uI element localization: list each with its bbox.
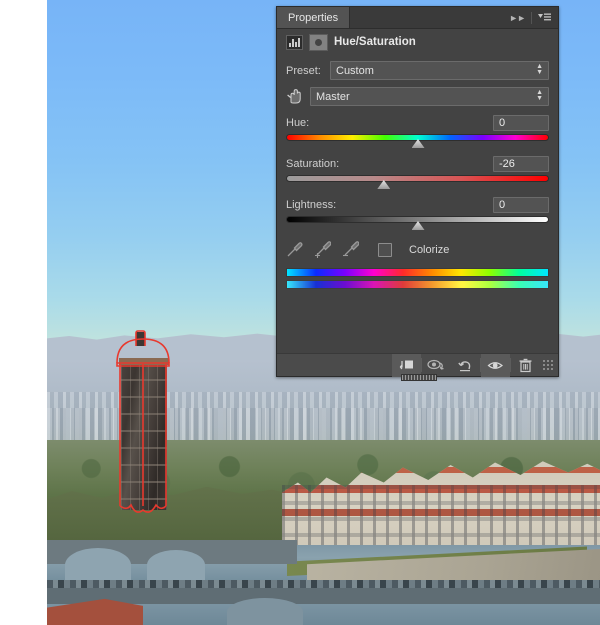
panel-tab-strip: Properties ►► bbox=[277, 7, 558, 29]
panel-resize-grip-icon[interactable] bbox=[542, 358, 555, 372]
saturation-slider[interactable] bbox=[286, 174, 549, 189]
lower-bridge-arch bbox=[227, 598, 303, 625]
eyedropper-row: Colorize bbox=[286, 241, 549, 258]
lower-bridge bbox=[47, 588, 600, 604]
preset-dropdown[interactable]: Custom ▲ ▼ bbox=[330, 61, 549, 80]
channel-dropdown[interactable]: Master ▲ ▼ bbox=[310, 87, 549, 106]
hue-input[interactable]: 0 bbox=[493, 115, 549, 131]
layer-mask-thumbnail-icon[interactable] bbox=[309, 33, 328, 51]
lightness-input[interactable]: 0 bbox=[493, 197, 549, 213]
color-range-bars bbox=[286, 268, 549, 289]
preset-value: Custom bbox=[336, 64, 374, 77]
eyedropper-subtract-icon[interactable] bbox=[342, 241, 360, 258]
saturation-label: Saturation: bbox=[286, 158, 340, 170]
properties-panel[interactable]: Properties ►► Hue/Saturation Preset: Cus… bbox=[276, 6, 559, 381]
lightness-value: 0 bbox=[499, 199, 506, 211]
panel-title-bar: Hue/Saturation bbox=[277, 29, 558, 55]
result-color-range-bar[interactable] bbox=[286, 280, 549, 289]
panel-footer bbox=[277, 353, 558, 377]
panel-body: Preset: Custom ▲ ▼ Master ▲ ▼ Hue: 0 Sat… bbox=[277, 55, 558, 289]
preset-label: Preset: bbox=[286, 64, 321, 77]
channel-value: Master bbox=[316, 90, 350, 103]
tower-selection-path[interactable] bbox=[107, 330, 182, 520]
lightness-slider[interactable] bbox=[286, 215, 549, 230]
double-chevron-right-icon[interactable]: ►► bbox=[509, 13, 526, 23]
hue-row: Hue: 0 bbox=[286, 115, 549, 131]
upper-bridge-arch-1 bbox=[65, 548, 131, 582]
tab-strip-filler bbox=[350, 7, 507, 28]
saturation-input[interactable]: -26 bbox=[493, 156, 549, 172]
chevron-updown-icon: ▲ ▼ bbox=[536, 63, 543, 76]
targeted-adjustment-hand-icon[interactable] bbox=[286, 88, 310, 105]
eyedropper-add-icon[interactable] bbox=[314, 241, 332, 258]
hue-label: Hue: bbox=[286, 117, 310, 129]
channel-row: Master ▲ ▼ bbox=[286, 87, 549, 106]
page-title: Hue/Saturation bbox=[334, 36, 416, 48]
hue-slider[interactable] bbox=[286, 133, 549, 148]
tab-divider bbox=[531, 11, 532, 24]
saturation-gradient-track bbox=[286, 175, 549, 182]
panel-bottom-resize-handle[interactable] bbox=[400, 374, 437, 381]
saturation-row: Saturation: -26 bbox=[286, 156, 549, 172]
lightness-label: Lightness: bbox=[286, 199, 337, 211]
toggle-layer-visibility-icon[interactable] bbox=[481, 353, 510, 377]
delete-adjustment-layer-icon[interactable] bbox=[511, 354, 540, 377]
colorize-checkbox[interactable] bbox=[378, 242, 392, 257]
tab-properties[interactable]: Properties bbox=[277, 7, 351, 28]
hue-value: 0 bbox=[499, 117, 506, 129]
source-color-range-bar[interactable] bbox=[286, 268, 549, 277]
panel-tab-buttons: ►► bbox=[506, 7, 558, 28]
colorize-label: Colorize bbox=[409, 243, 450, 256]
reset-adjustment-icon[interactable] bbox=[451, 354, 480, 377]
chevron-updown-icon-2: ▲ ▼ bbox=[536, 89, 543, 102]
saturation-value: -26 bbox=[499, 158, 515, 170]
panel-menu-icon[interactable] bbox=[538, 12, 551, 23]
lightness-row: Lightness: 0 bbox=[286, 197, 549, 213]
hue-saturation-adjustment-icon bbox=[286, 34, 303, 50]
tower-subject[interactable] bbox=[107, 330, 182, 515]
upper-bridge-arch-2 bbox=[147, 550, 205, 580]
preset-row: Preset: Custom ▲ ▼ bbox=[286, 61, 549, 80]
eyedropper-icon[interactable] bbox=[286, 241, 303, 258]
tab-properties-label: Properties bbox=[288, 11, 339, 24]
